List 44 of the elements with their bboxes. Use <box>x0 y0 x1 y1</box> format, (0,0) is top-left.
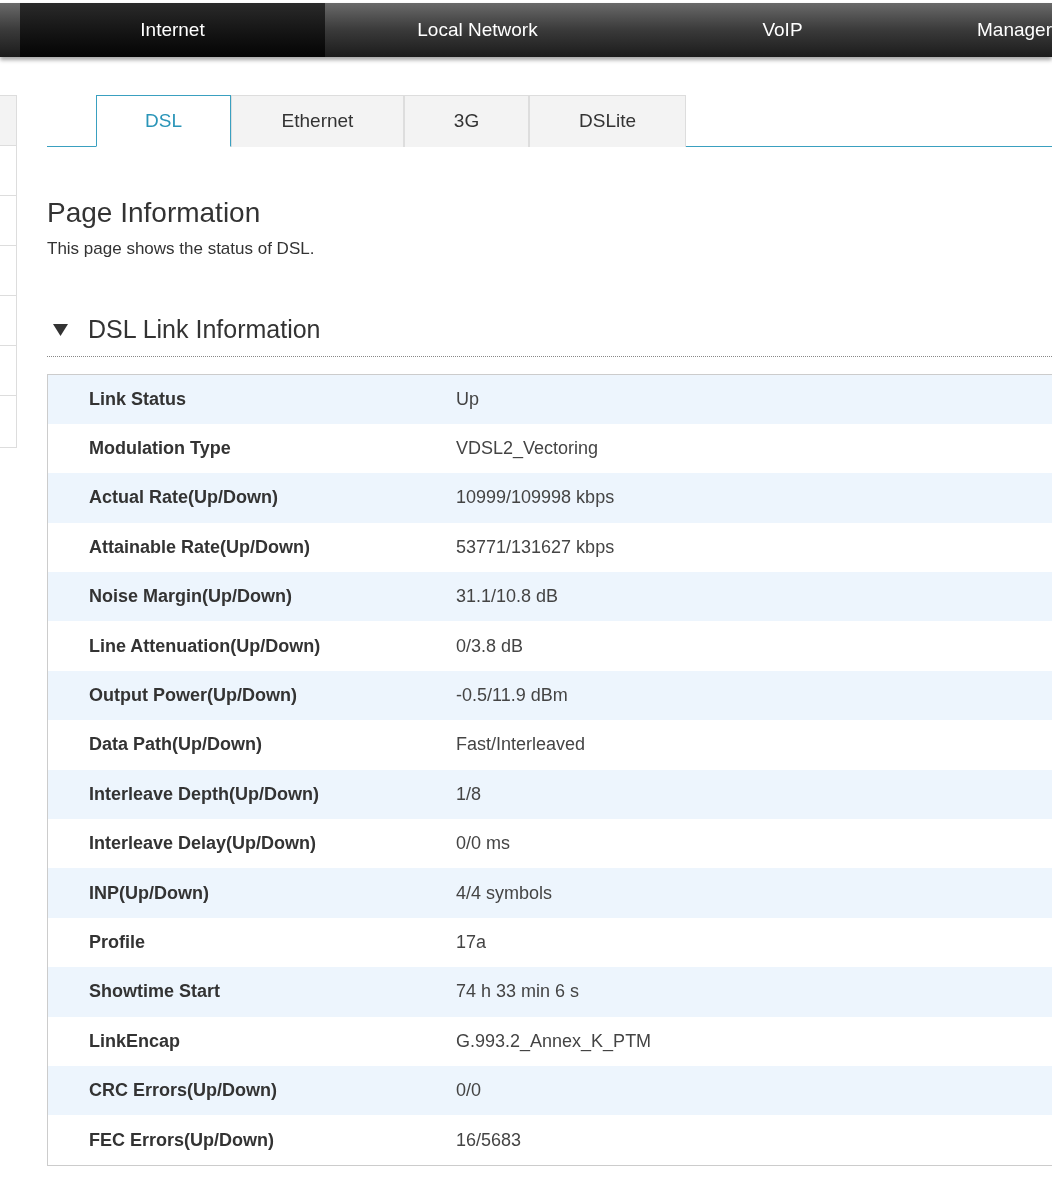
nav-tab[interactable]: Manager <box>935 3 1052 57</box>
nav-tab[interactable]: Local Network <box>325 3 630 57</box>
row-label: Link Status <box>89 387 187 411</box>
row-value: 31.1/10.8 dB <box>456 585 559 609</box>
row-value: -0.5/11.9 dBm <box>456 684 568 708</box>
tab[interactable]: 3G <box>404 95 529 147</box>
row-label: Modulation Type <box>89 437 232 461</box>
row-label: Output Power(Up/Down) <box>89 684 298 708</box>
row-value: 1/8 <box>456 782 482 806</box>
nav-tab[interactable]: Internet <box>20 3 325 57</box>
page-description: This page shows the status of DSL. <box>47 238 316 260</box>
row-value: 0/0 ms <box>456 832 511 856</box>
row-label: Line Attenuation(Up/Down) <box>89 634 322 658</box>
row-label: Interleave Depth(Up/Down) <box>89 782 321 806</box>
row-label: Attainable Rate(Up/Down) <box>89 535 311 559</box>
collapse-caret-icon[interactable] <box>52 322 69 337</box>
row-label: Showtime Start <box>89 980 222 1004</box>
row-value: G.993.2_Annex_K_PTM <box>456 1029 652 1054</box>
row-value: 0/3.8 dB <box>456 634 524 658</box>
row-value: VDSL2_Vectoring <box>456 437 599 461</box>
tab[interactable]: Ethernet <box>231 95 404 147</box>
tab[interactable]: DSLite <box>529 95 686 147</box>
page-title: Page Information <box>47 196 262 230</box>
row-value: 10999/109998 kbps <box>456 486 615 510</box>
row-label: Actual Rate(Up/Down) <box>89 486 279 510</box>
row-value: 17a <box>456 931 487 954</box>
row-value: 53771/131627 kbps <box>456 535 615 559</box>
row-label: Data Path(Up/Down) <box>89 733 263 757</box>
row-label: INP(Up/Down) <box>89 881 210 905</box>
row-label: Noise Margin(Up/Down) <box>89 585 293 609</box>
nav-tab[interactable]: VoIP <box>630 3 935 57</box>
row-label: CRC Errors(Up/Down) <box>89 1079 278 1103</box>
row-label: Interleave Delay(Up/Down) <box>89 832 318 856</box>
row-value: 0/0 <box>456 1079 482 1103</box>
row-value: 16/5683 <box>456 1128 522 1152</box>
row-value: Up <box>456 387 479 411</box>
row-label: LinkEncap <box>89 1029 182 1053</box>
row-value: Fast/Interleaved <box>456 733 586 757</box>
section-title[interactable]: DSL Link Information <box>88 310 321 349</box>
row-label: Profile <box>89 931 146 954</box>
row-value: 4/4 symbols <box>456 881 553 905</box>
tab[interactable]: DSL <box>96 95 231 147</box>
row-value: 74 h 33 min 6 s <box>456 980 580 1004</box>
row-label: FEC Errors(Up/Down) <box>89 1128 275 1152</box>
